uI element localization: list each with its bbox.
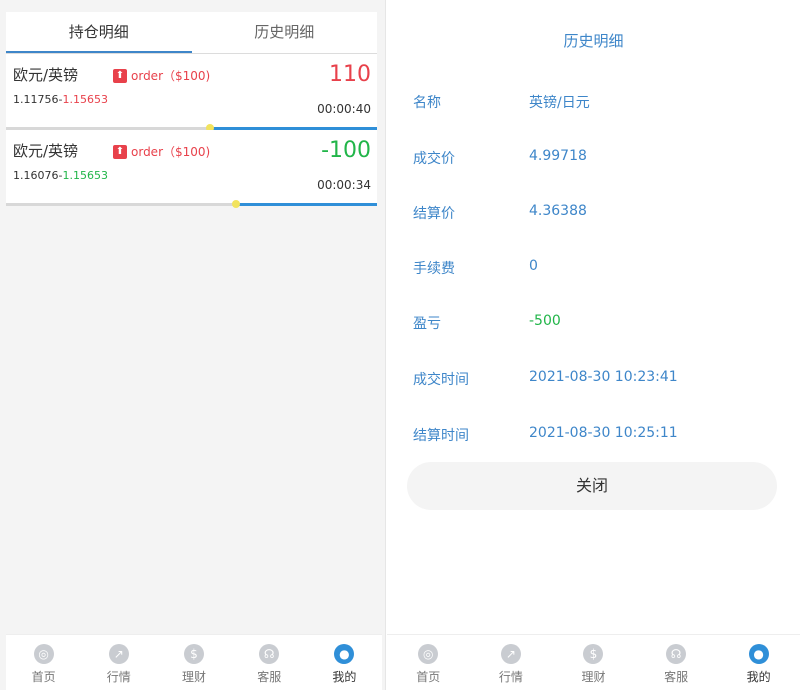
- order-amount: order（$100): [131, 69, 211, 83]
- bottom-nav: ◎ 首页 ↗ 行情 $ 理财 ☊ 客服 ● 我的: [387, 634, 800, 690]
- nav-label: 客服: [257, 670, 282, 684]
- nav-label: 理财: [182, 670, 207, 684]
- nav-home[interactable]: ◎ 首页: [6, 635, 81, 690]
- finance-icon: $: [583, 644, 604, 664]
- nav-market[interactable]: ↗ 行情: [470, 635, 553, 690]
- nav-label: 我的: [332, 670, 357, 684]
- home-icon: ◎: [418, 644, 439, 664]
- countdown-timer: 00:00:40: [317, 102, 371, 116]
- nav-profile[interactable]: ● 我的: [717, 635, 800, 690]
- tab-open-positions[interactable]: 持仓明细: [6, 12, 192, 53]
- nav-label: 行情: [106, 670, 131, 684]
- open-price: 1.11756: [13, 93, 59, 106]
- headset-icon: ☊: [259, 644, 280, 664]
- nav-home[interactable]: ◎ 首页: [387, 635, 470, 690]
- chart-icon: ↗: [108, 644, 129, 664]
- up-arrow-icon: ⬆: [113, 145, 127, 159]
- current-price: 1.15653: [62, 169, 108, 182]
- nav-label: 我的: [746, 670, 771, 684]
- positions-screen: 持仓明细 历史明细 欧元/英镑 ⬆ order（$100) 1.11756-1.…: [0, 0, 386, 690]
- nav-label: 理财: [581, 670, 606, 684]
- user-icon: ●: [334, 644, 355, 664]
- position-card[interactable]: 欧元/英镑 ⬆ order（$100) 1.16076-1.15653 -100…: [6, 130, 377, 208]
- current-price: 1.15653: [62, 93, 108, 106]
- nav-service[interactable]: ☊ 客服: [635, 635, 718, 690]
- order-amount: order（$100): [131, 145, 211, 159]
- close-button[interactable]: 关闭: [407, 462, 777, 510]
- profit-loss: 110: [329, 62, 371, 87]
- bottom-nav: ◎ 首页 ↗ 行情 $ 理财 ☊ 客服 ● 我的: [6, 634, 382, 690]
- detail-value: 4.99718: [529, 148, 587, 164]
- nav-finance[interactable]: $ 理财: [156, 635, 231, 690]
- tab-history[interactable]: 历史明细: [192, 12, 378, 53]
- up-arrow-icon: ⬆: [113, 69, 127, 83]
- chart-icon: ↗: [500, 644, 521, 664]
- nav-profile[interactable]: ● 我的: [307, 635, 382, 690]
- tab-bar: 持仓明细 历史明细: [6, 12, 377, 54]
- nav-label: 首页: [416, 670, 441, 684]
- nav-label: 行情: [498, 670, 523, 684]
- profit-loss: -100: [321, 138, 371, 163]
- price-range: 1.11756-1.15653: [13, 93, 108, 106]
- position-card[interactable]: 欧元/英镑 ⬆ order（$100) 1.11756-1.15653 110 …: [6, 54, 377, 132]
- home-icon: ◎: [33, 644, 54, 664]
- countdown-timer: 00:00:34: [317, 178, 371, 192]
- detail-value: 0: [529, 258, 538, 274]
- price-range: 1.16076-1.15653: [13, 169, 108, 182]
- user-icon: ●: [748, 644, 769, 664]
- headset-icon: ☊: [666, 644, 687, 664]
- currency-pair: 欧元/英镑: [13, 142, 79, 160]
- open-price: 1.16076: [13, 169, 59, 182]
- detail-value: 2021-08-30 10:25:11: [529, 425, 678, 441]
- progress-marker: [232, 200, 240, 208]
- detail-value: 英镑/日元: [529, 95, 590, 111]
- nav-service[interactable]: ☊ 客服: [232, 635, 307, 690]
- detail-label: 名称: [413, 95, 441, 111]
- nav-market[interactable]: ↗ 行情: [81, 635, 156, 690]
- detail-value: 4.36388: [529, 203, 587, 219]
- page-title: 历史明细: [563, 32, 624, 50]
- nav-label: 首页: [31, 670, 56, 684]
- finance-icon: $: [184, 644, 204, 664]
- history-detail-screen: 历史明细 名称 英镑/日元 成交价 4.99718 结算价 4.36388 手续…: [387, 0, 800, 690]
- nav-label: 客服: [664, 670, 689, 684]
- detail-label: 成交时间: [413, 372, 469, 388]
- detail-label: 结算时间: [413, 428, 469, 444]
- nav-finance[interactable]: $ 理财: [552, 635, 635, 690]
- progress-fill: [236, 203, 377, 206]
- detail-label: 手续费: [413, 261, 455, 277]
- detail-label: 盈亏: [413, 316, 441, 332]
- detail-label: 成交价: [413, 151, 455, 167]
- time-progress-bar: [6, 200, 377, 208]
- detail-value: -500: [529, 313, 561, 329]
- detail-value: 2021-08-30 10:23:41: [529, 369, 678, 385]
- currency-pair: 欧元/英镑: [13, 66, 79, 84]
- detail-label: 结算价: [413, 206, 455, 222]
